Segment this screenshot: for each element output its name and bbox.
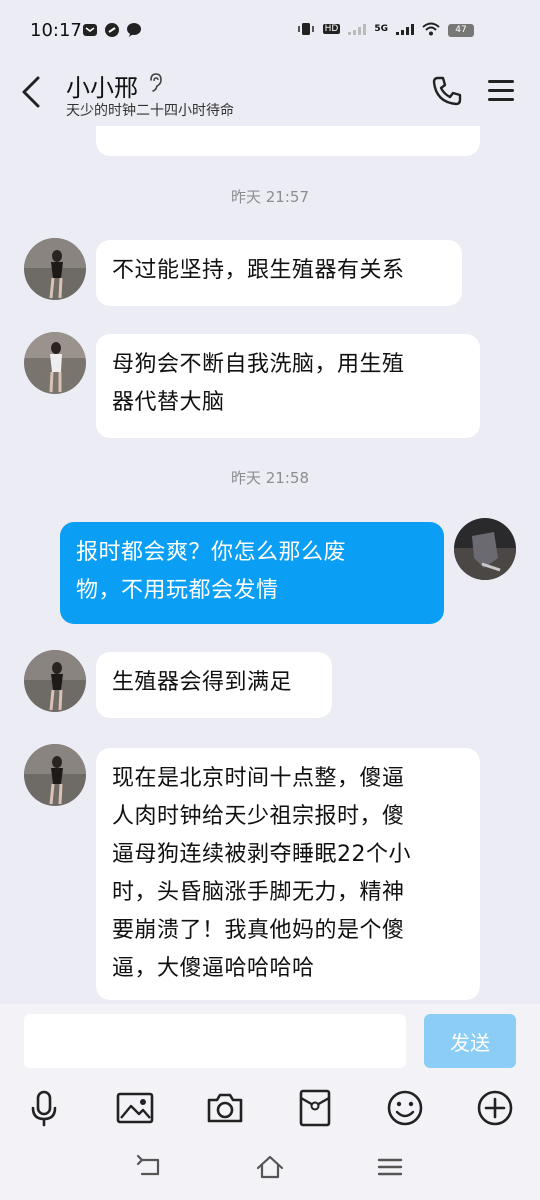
contact-avatar[interactable] <box>24 744 86 806</box>
notification-icons <box>82 22 142 38</box>
contact-avatar[interactable] <box>24 650 86 712</box>
status-bar: 10:17 HD 5G 47 <box>0 0 540 60</box>
battery-icon: 47 <box>448 24 474 37</box>
chat-area[interactable]: 代替大脑 昨天 21:57 不过能坚持，跟生殖器有关系 母狗会不断自我洗脑，用生… <box>0 126 540 1004</box>
signal-weak-icon <box>348 24 367 35</box>
phone-call-button[interactable] <box>430 74 464 108</box>
message-bubble[interactable]: 母狗会不断自我洗脑，用生殖 器代替大脑 <box>96 334 480 438</box>
timestamp: 昨天 21:58 <box>231 469 309 487</box>
microphone-icon[interactable] <box>24 1088 64 1128</box>
nav-back-icon[interactable] <box>136 1152 166 1182</box>
plus-icon[interactable] <box>475 1088 515 1128</box>
emoji-icon[interactable] <box>385 1088 425 1128</box>
avatar-image <box>24 332 86 394</box>
signal-icon <box>396 24 414 35</box>
avatar-image <box>24 238 86 300</box>
input-toolbar <box>0 1080 540 1136</box>
input-bar: 发送 <box>0 1004 540 1080</box>
contact-avatar[interactable] <box>24 238 86 300</box>
image-icon[interactable] <box>115 1088 155 1128</box>
message-bubble-partial[interactable]: 代替大脑 <box>96 126 480 156</box>
wifi-icon <box>422 22 440 36</box>
camera-icon[interactable] <box>205 1088 245 1128</box>
message-bubble[interactable]: 现在是北京时间十点整，傻逼 人肉时钟给天少祖宗报时，傻 逼母狗连续被剥夺睡眠22… <box>96 748 480 1000</box>
nav-home-icon[interactable] <box>255 1152 285 1182</box>
send-button[interactable]: 发送 <box>424 1014 516 1068</box>
link-icon <box>105 23 119 37</box>
menu-button[interactable] <box>488 80 514 102</box>
timestamp: 昨天 21:57 <box>231 188 309 206</box>
message-input[interactable] <box>24 1014 406 1068</box>
message-bubble[interactable]: 生殖器会得到满足 <box>96 652 332 718</box>
status-time: 10:17 <box>30 20 82 41</box>
avatar-image <box>24 744 86 806</box>
message-bubble[interactable]: 不过能坚持，跟生殖器有关系 <box>96 240 462 306</box>
my-avatar[interactable] <box>454 518 516 580</box>
red-packet-icon[interactable] <box>295 1088 335 1128</box>
back-button[interactable] <box>18 74 48 110</box>
ear-icon <box>150 73 162 92</box>
hd-badge: HD <box>322 24 341 34</box>
system-navbar <box>0 1136 540 1200</box>
contact-avatar[interactable] <box>24 332 86 394</box>
message-bubble-outgoing[interactable]: 报时都会爽？你怎么那么废 物，不用玩都会发情 <box>60 522 444 624</box>
contact-subtitle: 天少的时钟二十四小时待命 <box>66 103 234 119</box>
mail-icon <box>83 24 97 36</box>
nav-recents-icon[interactable] <box>375 1152 405 1182</box>
chat-icon <box>127 23 141 37</box>
avatar-image <box>454 518 516 580</box>
network-label: 5G <box>374 24 388 34</box>
avatar-image <box>24 650 86 712</box>
contact-name[interactable]: 小小邢 <box>66 68 138 103</box>
vibrate-icon <box>297 23 314 35</box>
chat-header: 小小邢 天少的时钟二十四小时待命 <box>0 60 540 126</box>
